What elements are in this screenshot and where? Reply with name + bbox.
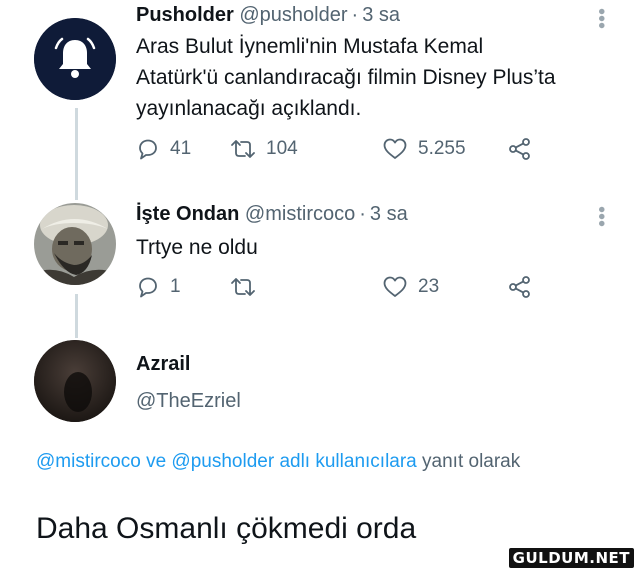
watermark-logo: GULDUM.NET xyxy=(508,548,634,568)
tweet-text-line: Atatürk'ü canlandıracağı filmin Disney P… xyxy=(136,66,556,89)
reply-button[interactable]: 41 xyxy=(136,137,191,161)
avatar-iste-ondan[interactable] xyxy=(34,203,116,285)
reply-button[interactable]: 1 xyxy=(136,275,181,299)
reply-mention-mistircoco[interactable]: @mistircoco xyxy=(36,451,141,472)
bell-icon xyxy=(34,18,116,100)
share-button[interactable] xyxy=(508,137,532,161)
reply-count: 1 xyxy=(170,276,181,297)
author-name[interactable]: Azrail xyxy=(136,353,190,376)
tweet-text-line: yayınlanacağı açıklandı. xyxy=(136,97,362,120)
tweet-text: Daha Osmanlı çökmedi orda xyxy=(36,512,417,545)
heart-icon xyxy=(383,138,407,159)
retweet-button[interactable] xyxy=(230,275,256,299)
reply-and-text: ve xyxy=(140,451,172,472)
more-options-icon[interactable]: ••• xyxy=(590,206,612,227)
timestamp[interactable]: 3 sa xyxy=(362,4,400,26)
reply-users-link[interactable]: adlı kullanıcılara xyxy=(274,451,416,472)
tweet-text-line: Aras Bulut İynemli'nin Mustafa Kemal xyxy=(136,35,484,58)
retweet-icon xyxy=(231,140,255,158)
tweet-actions: 1 23 xyxy=(136,275,536,307)
like-count: 23 xyxy=(418,276,440,297)
share-icon xyxy=(509,138,530,160)
thread-line-1 xyxy=(75,108,78,200)
replying-to: @mistircoco ve @pusholder adlı kullanıcı… xyxy=(36,448,596,476)
retweet-icon xyxy=(231,278,255,296)
reply-icon xyxy=(139,277,157,298)
author-name[interactable]: İşte Ondan xyxy=(136,203,239,225)
reply-icon xyxy=(139,139,157,160)
tweet-text: Trtye ne oldu xyxy=(136,236,258,259)
author-name[interactable]: Pusholder xyxy=(136,4,234,26)
reply-mention-pusholder[interactable]: @pusholder xyxy=(171,451,274,472)
timestamp[interactable]: 3 sa xyxy=(370,203,408,225)
reply-count: 41 xyxy=(170,138,192,159)
tweet-actions: 41 104 5.255 xyxy=(136,137,536,169)
share-icon xyxy=(509,276,530,298)
separator-dot: · xyxy=(351,4,359,26)
thread-line-2 xyxy=(75,294,78,338)
tweet-header: Pusholder @pusholder · 3 sa xyxy=(136,4,400,27)
dark-avatar-image xyxy=(34,340,116,422)
share-button[interactable] xyxy=(508,275,532,299)
like-button[interactable]: 5.255 xyxy=(382,137,466,161)
separator-dot: · xyxy=(359,203,366,225)
retweet-button[interactable]: 104 xyxy=(230,137,298,161)
reply-suffix: yanıt olarak xyxy=(416,451,521,472)
tweet-text: Aras Bulut İynemli'nin Mustafa Kemal Ata… xyxy=(136,31,556,124)
author-handle[interactable]: @mistircoco xyxy=(245,203,355,225)
retweet-count: 104 xyxy=(266,138,298,159)
avatar-pusholder[interactable] xyxy=(34,18,116,100)
author-handle[interactable]: @pusholder xyxy=(239,4,347,26)
avatar-azrail[interactable] xyxy=(34,340,116,422)
portrait-avatar-image xyxy=(34,203,116,285)
heart-icon xyxy=(383,276,407,297)
more-options-icon[interactable]: ••• xyxy=(590,8,612,29)
tweet-header: İşte Ondan @mistircoco · 3 sa xyxy=(136,203,408,226)
author-handle[interactable]: @TheEzriel xyxy=(136,390,241,413)
like-count: 5.255 xyxy=(418,138,466,159)
like-button[interactable]: 23 xyxy=(382,275,439,299)
